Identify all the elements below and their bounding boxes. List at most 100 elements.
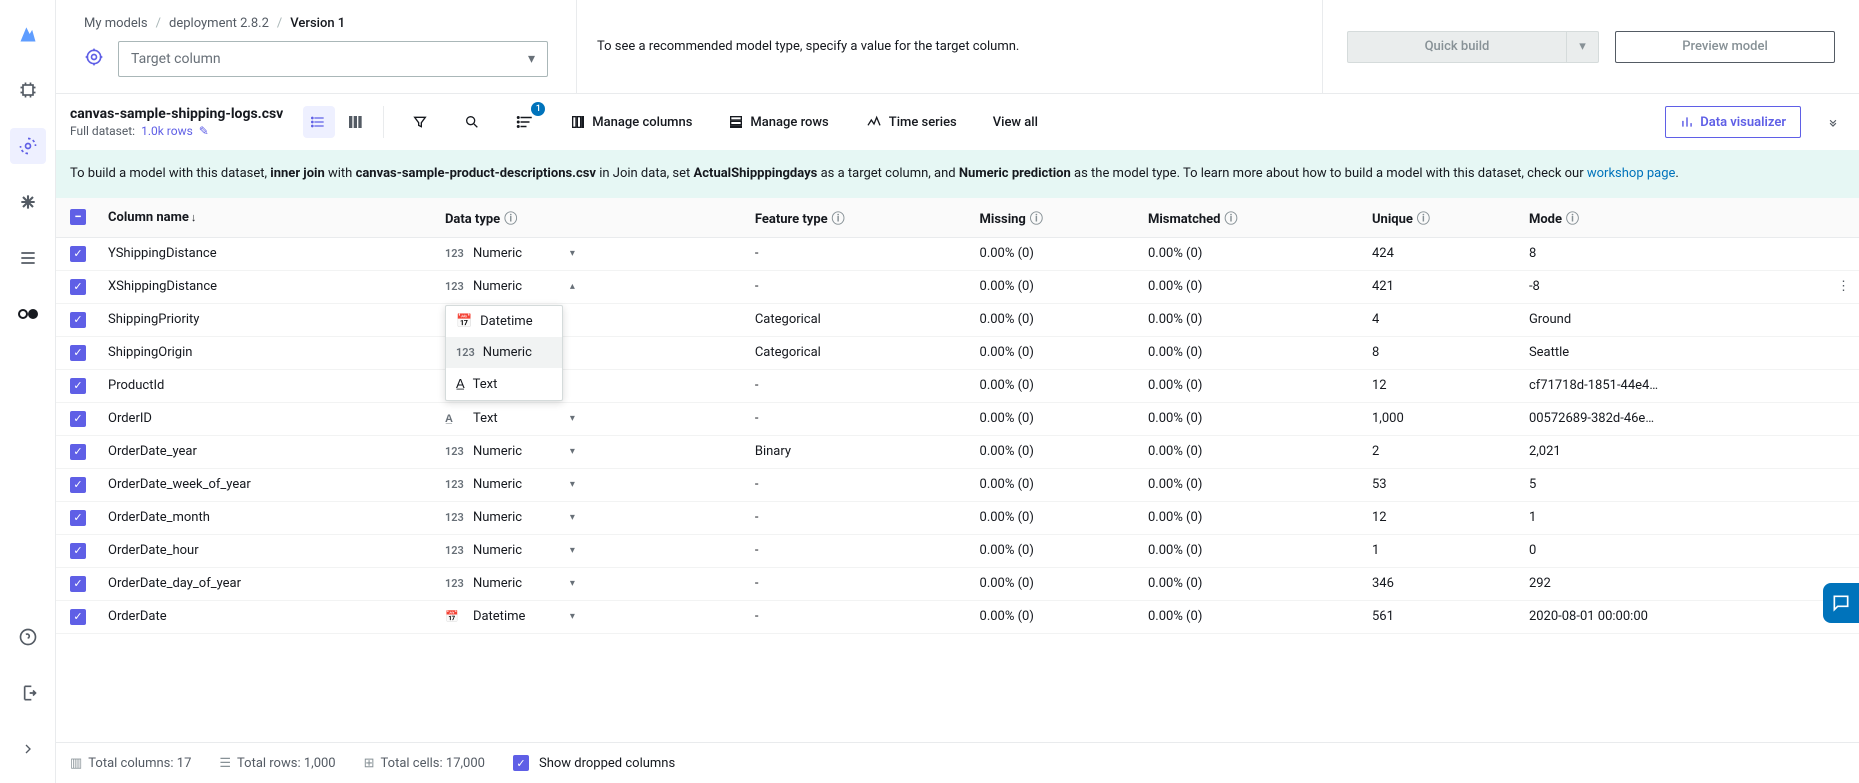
sidebar-asterisk-icon[interactable] <box>10 184 46 220</box>
mismatched-cell: 0.00% (0) <box>1140 237 1364 270</box>
dropdown-numeric[interactable]: 123Numeric <box>446 337 562 368</box>
row-checkbox[interactable]: ✓ <box>70 576 86 592</box>
sidebar-toggle-icon[interactable] <box>10 296 46 332</box>
preview-model-button[interactable]: Preview model <box>1615 31 1835 63</box>
col-header-unique[interactable]: Uniqueⓘ <box>1364 198 1521 238</box>
breadcrumb-root[interactable]: My models <box>84 16 148 31</box>
sidebar-chip-icon[interactable] <box>10 72 46 108</box>
row-checkbox[interactable]: ✓ <box>70 444 86 460</box>
mismatched-cell: 0.00% (0) <box>1140 501 1364 534</box>
mismatched-cell: 0.00% (0) <box>1140 534 1364 567</box>
row-checkbox[interactable]: ✓ <box>70 411 86 427</box>
sidebar-compose-icon[interactable] <box>10 128 46 164</box>
datatype-cell[interactable]: 123 Numeric ▾ <box>445 543 575 558</box>
table-row: ✓ OrderDate_week_of_year 123 Numeric ▾ -… <box>56 468 1859 501</box>
datatype-cell[interactable]: 123 Numeric ▾ <box>445 444 575 459</box>
datatype-cell[interactable]: 123 Numeric ▴ 📅Datetime 123Numeric A̲Tex… <box>445 279 575 294</box>
row-checkbox[interactable]: ✓ <box>70 246 86 262</box>
list-view-icon[interactable] <box>303 106 335 138</box>
show-dropped-checkbox[interactable]: ✓ <box>513 755 529 771</box>
col-header-feature[interactable]: Feature typeⓘ <box>747 198 972 238</box>
datatype-cell[interactable]: 123 Numeric ▾ <box>445 477 575 492</box>
chevron-down-icon[interactable]: ▾ <box>570 611 575 622</box>
select-all-checkbox[interactable]: − <box>70 209 86 225</box>
chevron-down-icon[interactable]: ▾ <box>570 446 575 457</box>
col-header-missing[interactable]: Missingⓘ <box>972 198 1140 238</box>
datatype-cell[interactable]: 123 Numeric ▾ <box>445 246 575 261</box>
time-series-button[interactable]: Time series <box>857 106 965 138</box>
info-icon[interactable]: ⓘ <box>832 212 845 227</box>
row-checkbox[interactable]: ✓ <box>70 543 86 559</box>
datatype-cell[interactable]: 📅 Datetime ▾ <box>445 609 575 624</box>
grid-view-icon[interactable] <box>339 106 371 138</box>
col-header-mismatched[interactable]: Mismatchedⓘ <box>1140 198 1364 238</box>
col-header-mode[interactable]: Modeⓘ <box>1521 198 1829 238</box>
expand-panel-icon[interactable] <box>1821 115 1845 129</box>
row-checkbox[interactable]: ✓ <box>70 279 86 295</box>
info-icon[interactable]: ⓘ <box>1566 212 1579 227</box>
target-column-select[interactable]: Target column ▾ <box>118 41 548 77</box>
row-checkbox[interactable]: ✓ <box>70 609 86 625</box>
manage-columns-button[interactable]: Manage columns <box>562 106 700 138</box>
breadcrumb-current: Version 1 <box>290 16 345 31</box>
row-menu-icon[interactable]: ⋮ <box>1837 279 1850 294</box>
row-checkbox[interactable]: ✓ <box>70 312 86 328</box>
dropdown-datetime[interactable]: 📅Datetime <box>446 306 562 337</box>
chevron-down-icon[interactable]: ▾ <box>570 479 575 490</box>
dtype-icon: 123 <box>445 445 467 458</box>
chevron-down-icon[interactable]: ▾ <box>570 545 575 556</box>
dataset-full-label: Full dataset: <box>70 124 135 138</box>
missing-cell: 0.00% (0) <box>972 402 1140 435</box>
feature-cell: - <box>747 369 972 402</box>
info-icon[interactable]: ⓘ <box>504 212 517 227</box>
filter-icon[interactable] <box>404 106 436 138</box>
row-checkbox[interactable]: ✓ <box>70 378 86 394</box>
row-checkbox[interactable]: ✓ <box>70 345 86 361</box>
datatype-cell[interactable]: 123 Numeric ▾ <box>445 510 575 525</box>
col-header-name[interactable]: Column name↓ <box>100 198 437 238</box>
footer-rows: Total rows: 1,000 <box>237 756 336 771</box>
chevron-down-icon[interactable]: ▾ <box>570 578 575 589</box>
chevron-up-icon[interactable]: ▴ <box>570 281 575 292</box>
dataset-rows-link[interactable]: 1.0k rows <box>141 124 193 138</box>
row-checkbox[interactable]: ✓ <box>70 510 86 526</box>
edit-dataset-icon[interactable]: ✎ <box>199 124 209 138</box>
sidebar-logout-icon[interactable] <box>10 675 46 711</box>
chevron-down-icon[interactable]: ▾ <box>570 248 575 259</box>
quick-build-button[interactable]: Quick build <box>1347 31 1567 63</box>
sidebar-help-icon[interactable] <box>10 619 46 655</box>
feature-cell: - <box>747 534 972 567</box>
workshop-link[interactable]: workshop page <box>1587 166 1676 181</box>
chevron-down-icon[interactable]: ▾ <box>570 413 575 424</box>
dtype-icon: 123 <box>445 478 467 491</box>
quick-build-group: Quick build ▾ <box>1347 31 1599 63</box>
dtype-label: Text <box>473 411 498 426</box>
datatype-cell[interactable]: 123 Numeric ▾ <box>445 576 575 591</box>
chevron-down-icon[interactable]: ▾ <box>570 512 575 523</box>
breadcrumb-mid[interactable]: deployment 2.8.2 <box>169 16 269 31</box>
sidebar-collapse-icon[interactable] <box>10 731 46 767</box>
dtype-label: Numeric <box>473 477 522 492</box>
cells-icon: ⊞ <box>364 756 375 771</box>
info-icon[interactable]: ⓘ <box>1224 212 1237 227</box>
view-all-button[interactable]: View all <box>985 106 1046 138</box>
missing-cell: 0.00% (0) <box>972 501 1140 534</box>
dtype-icon: 📅 <box>445 610 467 623</box>
column-name-cell: OrderDate_year <box>100 435 437 468</box>
filter-list-icon[interactable]: 1 <box>508 106 542 138</box>
col-header-datatype[interactable]: Data typeⓘ <box>437 198 747 238</box>
missing-cell: 0.00% (0) <box>972 567 1140 600</box>
sidebar-home-icon[interactable] <box>10 16 46 52</box>
info-icon[interactable]: ⓘ <box>1417 212 1430 227</box>
dtype-icon: 123 <box>445 577 467 590</box>
info-icon[interactable]: ⓘ <box>1030 212 1043 227</box>
search-icon[interactable] <box>456 106 488 138</box>
row-checkbox[interactable]: ✓ <box>70 477 86 493</box>
manage-rows-button[interactable]: Manage rows <box>720 106 836 138</box>
data-visualizer-button[interactable]: Data visualizer <box>1665 106 1801 138</box>
sidebar-list-icon[interactable] <box>10 240 46 276</box>
chat-icon[interactable] <box>1823 583 1859 623</box>
quick-build-dropdown[interactable]: ▾ <box>1567 31 1599 63</box>
dropdown-text[interactable]: A̲Text <box>446 368 562 400</box>
datatype-cell[interactable]: A̲ Text ▾ <box>445 411 575 426</box>
